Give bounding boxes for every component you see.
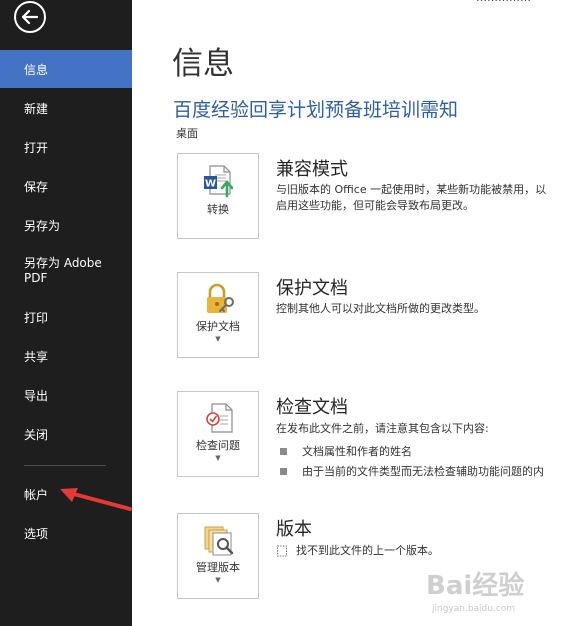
versions-title: 版本	[276, 519, 312, 540]
versions-desc: 找不到此文件的上一个版本。	[276, 542, 439, 559]
nav-account-label: 帐户	[24, 487, 49, 502]
nav-new[interactable]: 新建	[0, 89, 132, 127]
lock-key-icon	[207, 283, 234, 313]
nav-save-as-pdf-label: 另存为 Adobe PDF	[24, 256, 102, 285]
check-issues-label: 检查问题	[196, 439, 240, 452]
manage-versions-label: 管理版本	[196, 561, 240, 574]
bullet-icon	[280, 467, 287, 475]
list-item: 文档属性和作者的姓名	[280, 443, 412, 459]
nav-options-label: 选项	[24, 526, 49, 541]
page-title: 信息	[172, 46, 234, 82]
protect-document-label: 保护文档	[196, 320, 240, 333]
back-arrow-icon[interactable]	[13, 0, 47, 34]
nav-save-label: 保存	[24, 179, 49, 194]
nav-share-label: 共享	[24, 349, 49, 364]
dotted-document-icon	[277, 545, 287, 556]
inspect-document-title: 检查文档	[276, 397, 348, 418]
convert-label: 转换	[207, 203, 229, 216]
inspect-document-desc: 在发布此文件之前，请注意其包含以下内容:	[276, 422, 489, 435]
top-clipped-text: ……………	[476, 0, 531, 4]
svg-text:W: W	[205, 179, 216, 190]
document-title: 百度经验回享计划预备班培训需知	[173, 99, 459, 121]
nav-save-as-label: 另存为	[24, 218, 61, 233]
nav-close-label: 关闭	[24, 427, 49, 442]
nav-separator	[24, 465, 106, 466]
nav-open-label: 打开	[24, 140, 49, 155]
bullet-text: 文档属性和作者的姓名	[302, 445, 412, 458]
nav-save-as-pdf[interactable]: 另存为 Adobe PDF	[0, 251, 132, 291]
versions-desc-text: 找不到此文件的上一个版本。	[296, 544, 439, 557]
bullet-text: 由于当前的文件类型而无法检查辅助功能问题的内	[302, 465, 544, 478]
compat-mode-desc-line-1: 与旧版本的 Office 一起使用时，某些新功能被禁用，以	[276, 183, 547, 196]
compat-mode-desc-line-2: 启用这些功能，但可能会导致布局更改。	[276, 199, 474, 212]
dropdown-caret-icon: ▼	[215, 454, 221, 462]
nav-print-label: 打印	[24, 310, 49, 325]
word-convert-icon: W	[204, 165, 234, 198]
nav-options[interactable]: 选项	[0, 514, 132, 552]
protect-document-desc: 控制其他人可以对此文档所做的更改类型。	[276, 302, 485, 315]
protect-document-button[interactable]: 保护文档 ▼	[177, 272, 259, 358]
watermark-text: Bai经验	[426, 570, 524, 601]
nav-save[interactable]: 保存	[0, 167, 132, 205]
document-location[interactable]: 桌面	[176, 125, 198, 141]
nav-info-label: 信息	[24, 62, 49, 77]
nav-info[interactable]: 信息	[0, 50, 132, 88]
nav-export[interactable]: 导出	[0, 376, 132, 414]
nav-export-label: 导出	[24, 388, 49, 403]
nav-new-label: 新建	[24, 101, 49, 116]
check-issues-button[interactable]: 检查问题 ▼	[177, 391, 259, 477]
nav-share[interactable]: 共享	[0, 337, 132, 375]
bullet-icon	[280, 447, 287, 455]
red-pointer-arrow-icon	[60, 488, 132, 511]
inspect-document-icon	[206, 403, 233, 433]
nav-close[interactable]: 关闭	[0, 415, 132, 453]
watermark-subtext: jingyan.baidu.com	[432, 604, 516, 614]
protect-document-title: 保护文档	[276, 278, 348, 299]
backstage-sidebar: 信息 新建 打开 保存 另存为 另存为 Adobe PDF 打印 共享 导出 关…	[0, 0, 132, 626]
dropdown-caret-icon: ▼	[215, 335, 221, 343]
manage-versions-icon	[204, 526, 234, 556]
compat-mode-title: 兼容模式	[276, 159, 348, 180]
nav-save-as[interactable]: 另存为	[0, 206, 132, 244]
nav-print[interactable]: 打印	[0, 298, 132, 336]
manage-versions-button[interactable]: 管理版本 ▼	[177, 513, 259, 599]
dropdown-caret-icon: ▼	[215, 576, 221, 584]
nav-open[interactable]: 打开	[0, 128, 132, 166]
list-item: 由于当前的文件类型而无法检查辅助功能问题的内	[280, 463, 544, 479]
convert-button[interactable]: W 转换	[177, 153, 259, 239]
